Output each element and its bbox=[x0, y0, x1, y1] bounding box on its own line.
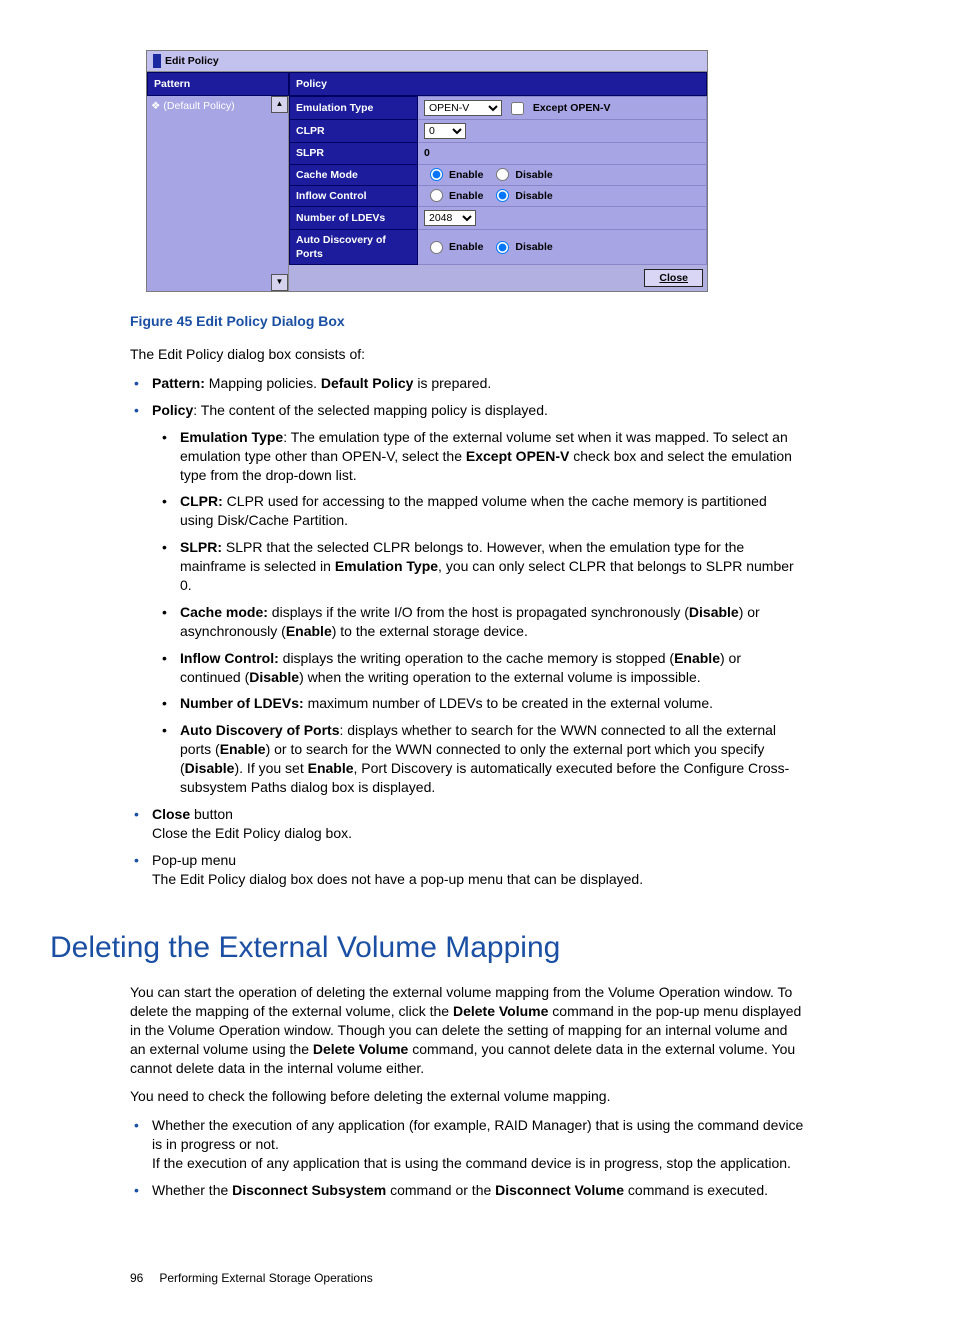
inflow-enable-radio[interactable] bbox=[430, 189, 443, 202]
footer-title: Performing External Storage Operations bbox=[159, 1271, 372, 1285]
intro-text: The Edit Policy dialog box consists of: bbox=[130, 345, 804, 364]
policy-header: Policy bbox=[289, 72, 707, 96]
ldev-select[interactable]: 2048 bbox=[424, 210, 476, 226]
list-item: Whether the Disconnect Subsystem command… bbox=[130, 1181, 804, 1200]
list-item: Cache mode: displays if the write I/O fr… bbox=[152, 603, 804, 641]
pattern-list[interactable]: ❖ (Default Policy) ▲ ▼ bbox=[147, 96, 289, 291]
dialog-title: Edit Policy bbox=[147, 51, 707, 72]
figure-caption: Figure 45 Edit Policy Dialog Box bbox=[130, 312, 804, 331]
pattern-header: Pattern bbox=[147, 72, 289, 96]
inflow-control-label: Inflow Control bbox=[290, 185, 418, 206]
list-item: Inflow Control: displays the writing ope… bbox=[152, 649, 804, 687]
clpr-select[interactable]: 0 bbox=[424, 123, 466, 139]
scroll-down-button[interactable]: ▼ bbox=[271, 274, 288, 291]
delete-paragraph-1: You can start the operation of deleting … bbox=[130, 983, 804, 1077]
ldev-label: Number of LDEVs bbox=[290, 206, 418, 229]
list-item: Emulation Type: The emulation type of th… bbox=[152, 428, 804, 485]
inflow-disable-radio[interactable] bbox=[496, 189, 509, 202]
cache-enable-radio[interactable] bbox=[430, 168, 443, 181]
except-openv-label: Except OPEN-V bbox=[533, 102, 611, 114]
scroll-up-button[interactable]: ▲ bbox=[271, 96, 288, 113]
list-item: Policy: The content of the selected mapp… bbox=[130, 401, 804, 797]
auto-disable-radio[interactable] bbox=[496, 241, 509, 254]
policy-icon: ❖ bbox=[151, 99, 160, 113]
auto-enable-radio[interactable] bbox=[430, 241, 443, 254]
list-item: Pattern: Mapping policies. Default Polic… bbox=[130, 374, 804, 393]
list-item: Number of LDEVs: maximum number of LDEVs… bbox=[152, 694, 804, 713]
section-heading: Deleting the External Volume Mapping bbox=[50, 928, 804, 969]
delete-paragraph-2: You need to check the following before d… bbox=[130, 1087, 804, 1106]
list-item: CLPR: CLPR used for accessing to the map… bbox=[152, 492, 804, 530]
emulation-type-label: Emulation Type bbox=[290, 97, 418, 120]
cache-disable-radio[interactable] bbox=[496, 168, 509, 181]
list-item: Auto Discovery of Ports: displays whethe… bbox=[152, 721, 804, 797]
list-item: SLPR: SLPR that the selected CLPR belong… bbox=[152, 538, 804, 595]
page-number: 96 bbox=[130, 1270, 156, 1286]
emulation-type-value: OPEN-V Except OPEN-V bbox=[418, 97, 707, 120]
dialog-title-text: Edit Policy bbox=[165, 54, 219, 68]
list-item: Whether the execution of any application… bbox=[130, 1116, 804, 1173]
list-item: Pop-up menu The Edit Policy dialog box d… bbox=[130, 851, 804, 889]
edit-policy-dialog: Edit Policy Pattern ❖ (Default Policy) ▲… bbox=[146, 50, 708, 292]
pattern-item-label: (Default Policy) bbox=[163, 99, 234, 113]
top-list: Pattern: Mapping policies. Default Polic… bbox=[130, 374, 804, 888]
page-footer: 96 Performing External Storage Operation… bbox=[130, 1270, 804, 1286]
cache-mode-label: Cache Mode bbox=[290, 164, 418, 185]
close-button[interactable]: Close bbox=[644, 269, 703, 287]
except-openv-checkbox[interactable] bbox=[511, 102, 524, 115]
auto-discovery-label: Auto Discovery of Ports bbox=[290, 229, 418, 264]
slpr-label: SLPR bbox=[290, 143, 418, 164]
pattern-item-default[interactable]: ❖ (Default Policy) bbox=[149, 98, 286, 114]
emulation-type-select[interactable]: OPEN-V bbox=[424, 100, 502, 116]
clpr-label: CLPR bbox=[290, 120, 418, 143]
slpr-value: 0 bbox=[418, 143, 707, 164]
list-item: Close button Close the Edit Policy dialo… bbox=[130, 805, 804, 843]
